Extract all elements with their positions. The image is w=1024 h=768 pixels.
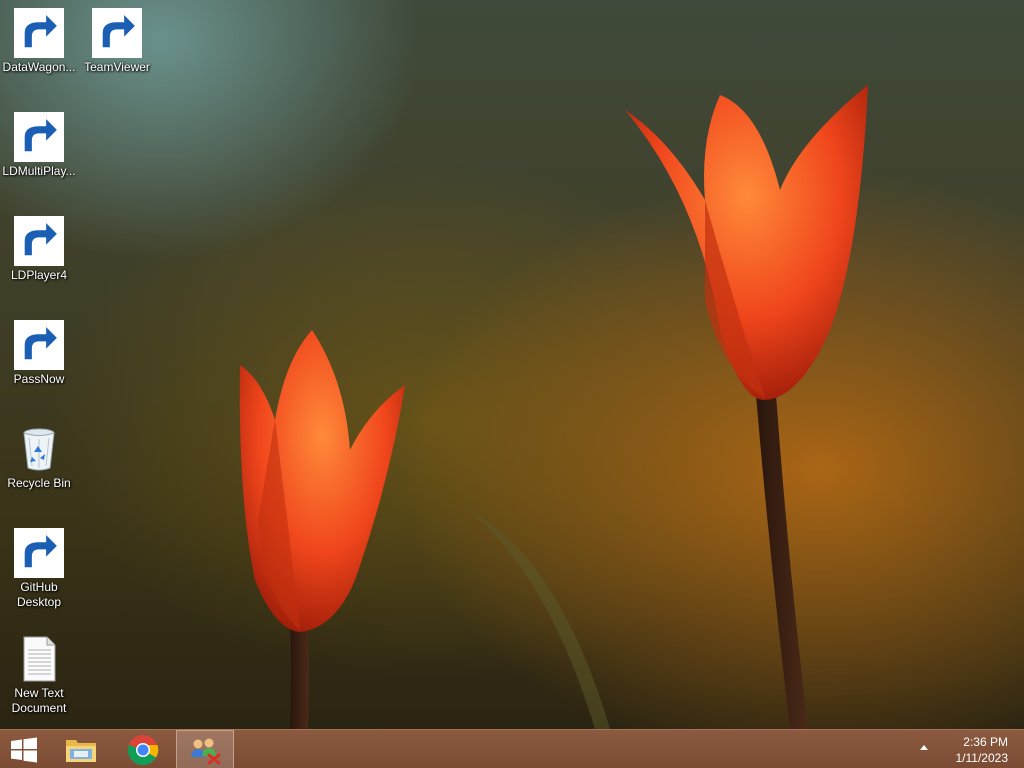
clock[interactable]: 2:36 PM 1/11/2023 — [956, 734, 1009, 766]
shortcut-arrow-icon — [92, 8, 142, 58]
wallpaper-tulips — [239, 85, 868, 729]
taskbar: 2:36 PM 1/11/2023 — [0, 729, 1024, 768]
chrome-icon — [127, 734, 159, 765]
windows-logo-icon — [11, 737, 37, 762]
desktop-icon-label: PassNow — [13, 372, 65, 386]
desktop-icon-datawagon[interactable]: DataWagon... — [0, 4, 78, 75]
desktop-icon-new-text-document[interactable]: New Text Document — [0, 630, 78, 716]
shortcut-arrow-icon — [14, 320, 64, 370]
shortcut-arrow-icon — [14, 216, 64, 266]
text-document-icon — [23, 636, 56, 682]
desktop-icon-label: LDMultiPlay... — [2, 164, 76, 178]
desktop-icon-github-desktop[interactable]: GitHub Desktop — [0, 524, 78, 610]
desktop-icon-label: TeamViewer — [84, 60, 150, 74]
shortcut-arrow-icon — [14, 112, 64, 162]
desktop-icon-passnow[interactable]: PassNow — [0, 316, 78, 387]
network-users-icon — [191, 738, 221, 764]
desktop-icon-label: Recycle Bin — [7, 476, 71, 490]
desktop-icon-label: DataWagon... — [2, 60, 76, 74]
start-button[interactable] — [0, 730, 48, 768]
shortcut-arrow-icon — [14, 8, 64, 58]
shortcut-arrow-icon — [14, 528, 64, 578]
desktop-icon-recycle-bin[interactable]: Recycle Bin — [0, 420, 78, 491]
desktop-icon-label: GitHub Desktop — [16, 580, 62, 609]
network-app-button[interactable] — [176, 730, 234, 768]
folder-icon — [66, 739, 96, 762]
chrome-button[interactable] — [118, 730, 168, 768]
clock-date: 1/11/2023 — [955, 751, 1009, 765]
clock-time: 2:36 PM — [963, 735, 1008, 749]
chevron-up-icon[interactable] — [920, 745, 928, 750]
desktop-icon-label: New Text Document — [11, 686, 67, 715]
desktop[interactable]: DataWagon... TeamViewer LDMultiPlay... L… — [0, 0, 1024, 729]
desktop-icon-label: LDPlayer4 — [10, 268, 68, 282]
recycle-bin-icon — [23, 428, 55, 471]
system-tray: 2:36 PM 1/11/2023 — [914, 730, 1024, 768]
file-explorer-button[interactable] — [56, 730, 106, 768]
desktop-icon-ldplayer[interactable]: LDPlayer4 — [0, 212, 78, 283]
desktop-icon-teamviewer[interactable]: TeamViewer — [78, 4, 156, 75]
desktop-icon-ldmultiplayer[interactable]: LDMultiPlay... — [0, 108, 78, 179]
